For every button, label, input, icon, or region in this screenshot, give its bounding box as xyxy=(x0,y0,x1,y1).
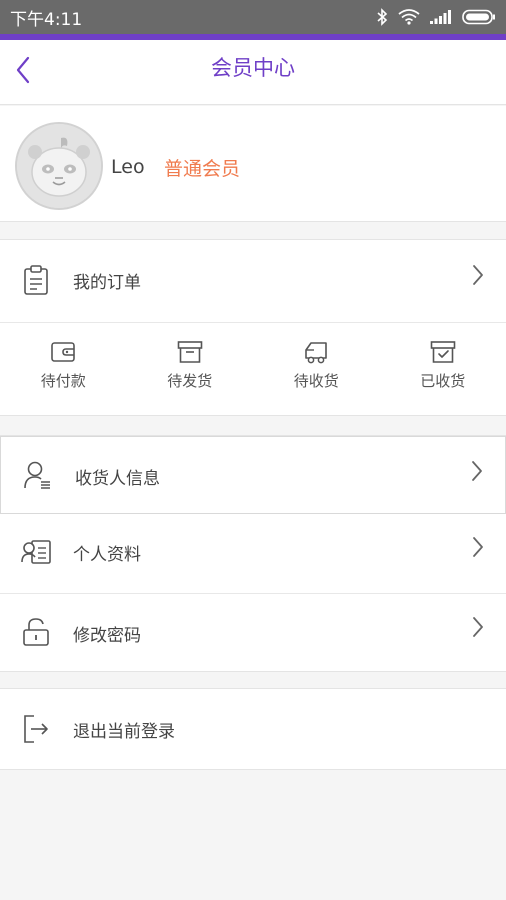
order-status-label: 待收货 xyxy=(293,372,339,390)
status-icons xyxy=(376,8,496,26)
chevron-right-icon xyxy=(470,536,486,558)
member-level: 普通会员 xyxy=(164,158,241,180)
truck-icon xyxy=(302,340,330,364)
signal-icon xyxy=(430,10,452,24)
received-box-icon xyxy=(430,340,456,364)
order-status-grid: 待付款 待发货 待收货 已收货 xyxy=(0,322,506,416)
header: 会员中心 xyxy=(0,40,506,105)
order-status-to-receive[interactable]: 待收货 xyxy=(253,322,380,416)
logout-label: 退出当前登录 xyxy=(73,722,175,742)
personal-info-row[interactable]: 个人资料 xyxy=(0,514,506,593)
my-orders-label: 我的订单 xyxy=(73,273,141,293)
profile-name: Leo xyxy=(111,156,145,178)
order-status-to-ship[interactable]: 待发货 xyxy=(127,322,254,416)
id-card-icon xyxy=(20,536,52,568)
profile-section: Leo 普通会员 xyxy=(0,106,506,222)
receiver-info-row[interactable]: 收货人信息 xyxy=(0,436,506,514)
chevron-right-icon xyxy=(470,616,486,638)
change-password-row[interactable]: 修改密码 xyxy=(0,594,506,672)
order-status-unpaid[interactable]: 待付款 xyxy=(0,322,127,416)
logout-card: 退出当前登录 xyxy=(0,688,506,770)
my-orders-row[interactable]: 我的订单 xyxy=(0,240,506,322)
order-status-label: 待发货 xyxy=(167,372,213,390)
status-time: 下午4:11 xyxy=(10,9,83,30)
clipboard-icon xyxy=(20,264,52,296)
lock-icon xyxy=(20,616,52,648)
battery-icon xyxy=(462,9,496,25)
box-icon xyxy=(177,340,203,364)
bluetooth-icon xyxy=(376,8,388,26)
chevron-right-icon xyxy=(469,460,485,482)
wallet-icon xyxy=(50,340,76,364)
status-bar: 下午4:11 xyxy=(0,0,506,34)
page-title: 会员中心 xyxy=(211,56,295,80)
settings-card: 收货人信息 个人资料 修改密码 xyxy=(0,435,506,672)
order-status-label: 待付款 xyxy=(40,372,86,390)
order-status-label: 已收货 xyxy=(420,372,466,390)
logout-row[interactable]: 退出当前登录 xyxy=(0,689,506,769)
order-status-received[interactable]: 已收货 xyxy=(380,322,506,416)
orders-card: 我的订单 待付款 待发货 待收货 已收货 xyxy=(0,239,506,416)
user-list-icon xyxy=(21,459,53,491)
change-password-label: 修改密码 xyxy=(73,626,141,646)
avatar[interactable] xyxy=(15,122,103,210)
receiver-info-label: 收货人信息 xyxy=(75,469,160,489)
chevron-right-icon xyxy=(470,264,486,286)
personal-info-label: 个人资料 xyxy=(73,545,141,565)
logout-icon xyxy=(20,713,52,745)
wifi-icon xyxy=(398,9,420,25)
